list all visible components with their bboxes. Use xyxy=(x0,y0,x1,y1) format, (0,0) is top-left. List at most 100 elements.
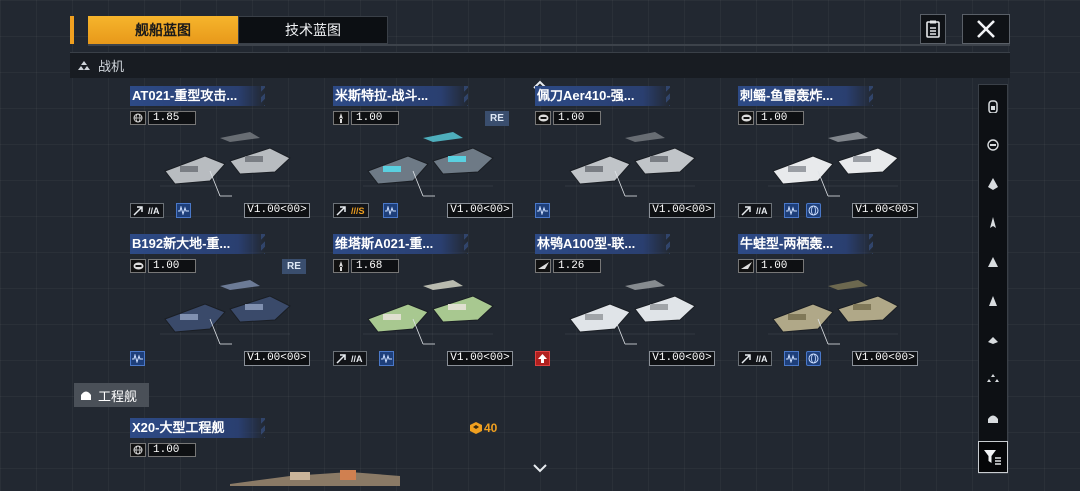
version-label: V1.00<00> xyxy=(244,203,310,218)
shield-icon xyxy=(130,259,146,273)
tab-tech-blueprint[interactable]: 技术蓝图 xyxy=(238,16,388,44)
shield-icon xyxy=(535,111,551,125)
card-footer: //A V1.00<00> xyxy=(738,203,918,219)
signal-wave-icon xyxy=(535,203,550,218)
close-button[interactable] xyxy=(962,14,1010,44)
card-title: X20-大型工程舰 xyxy=(130,418,265,438)
scroll-down-icon[interactable] xyxy=(532,463,548,473)
signal-wave-icon xyxy=(176,203,191,218)
stat-row: 1.00 xyxy=(130,259,196,273)
document-button[interactable] xyxy=(920,14,946,44)
ship-image xyxy=(768,132,899,197)
card-title: 佩刀Aer410-强... xyxy=(535,86,670,106)
ship-class-5-icon xyxy=(988,257,998,267)
top-divider xyxy=(88,44,1010,46)
signal-wave-icon xyxy=(784,351,799,366)
ship-class-8-icon xyxy=(987,374,999,382)
trait-grade: ///S xyxy=(333,203,369,218)
trait-grade: //A xyxy=(738,351,772,366)
card-title: AT021-重型攻击... xyxy=(130,86,265,106)
grade-text: //A xyxy=(756,353,768,364)
stat-value: 1.00 xyxy=(756,259,804,273)
card-footer: //A V1.00<00> xyxy=(130,203,310,219)
trait-grade: //A xyxy=(130,203,164,218)
card-footer: //A V1.00<00> xyxy=(738,351,918,367)
ship-image xyxy=(768,280,899,345)
section-header-engineering[interactable]: 工程舰 xyxy=(74,383,150,407)
stat-value: 1.26 xyxy=(553,259,601,273)
resource-icon xyxy=(470,422,482,434)
document-icon xyxy=(926,20,940,38)
card-footer: V1.00<00> xyxy=(130,351,310,367)
sidebar-item[interactable] xyxy=(979,325,1007,355)
sidebar-item[interactable] xyxy=(979,364,1007,394)
card-title: 林鸮A100型-联... xyxy=(535,234,670,254)
top-bar: 舰船蓝图 技术蓝图 xyxy=(70,14,1010,46)
sidebar-item[interactable] xyxy=(979,286,1007,316)
card-footer: V1.00<00> xyxy=(535,203,715,219)
stat-value: 1.00 xyxy=(148,259,196,273)
blueprint-card[interactable]: 米斯特拉-战斗... 1.00 RE ///S V1.00<00> xyxy=(333,86,513,226)
blueprint-card[interactable]: AT021-重型攻击... 1.85 //A V1.00<00> xyxy=(130,86,310,226)
section-title: 工程舰 xyxy=(98,388,138,404)
ship-image xyxy=(565,280,696,345)
blueprint-card[interactable]: 佩刀Aer410-强... 1.00 V1.00<00> xyxy=(535,86,715,226)
grade-text: //A xyxy=(756,205,768,216)
ship-image xyxy=(565,132,696,197)
orbit-icon xyxy=(806,351,821,366)
tab-ship-blueprint[interactable]: 舰船蓝图 xyxy=(88,16,238,44)
stat-value: 1.68 xyxy=(351,259,399,273)
sidebar-item[interactable] xyxy=(979,247,1007,277)
stat-row: 1.00 xyxy=(130,443,196,457)
sidebar-item[interactable] xyxy=(979,130,1007,160)
section-header-fighter[interactable]: 战机 xyxy=(70,52,1010,78)
blueprint-card[interactable]: 林鸮A100型-联... 1.26 V1.00<00> xyxy=(535,234,715,374)
grade-text: //A xyxy=(148,205,160,216)
arrow-icon xyxy=(739,204,753,217)
stat-row: 1.00 xyxy=(333,111,399,125)
version-label: V1.00<00> xyxy=(852,351,918,366)
stat-value: 1.00 xyxy=(756,111,804,125)
cost-badge: 40 xyxy=(470,421,497,435)
grade-text: ///S xyxy=(351,205,365,216)
ship-image xyxy=(160,280,291,345)
sidebar-item[interactable] xyxy=(979,403,1007,433)
globe-icon xyxy=(130,111,146,125)
blueprint-card[interactable]: 刺鳐-鱼雷轰炸... 1.00 //A V1.00<00> xyxy=(738,86,918,226)
blueprint-card-engineering[interactable]: X20-大型工程舰 1.00 xyxy=(130,418,400,488)
grade-text: //A xyxy=(351,353,363,364)
rocket-icon xyxy=(333,111,349,125)
stat-row: 1.68 xyxy=(333,259,399,273)
card-footer: V1.00<00> xyxy=(535,351,715,367)
ship-class-6-icon xyxy=(989,296,997,306)
cost-value: 40 xyxy=(484,421,498,435)
version-label: V1.00<00> xyxy=(447,203,513,218)
ship-class-1-icon xyxy=(988,100,998,113)
arrow-icon xyxy=(739,352,753,365)
card-title: 维塔斯A021-重... xyxy=(333,234,468,254)
stat-value: 1.85 xyxy=(148,111,196,125)
blueprint-card[interactable]: 维塔斯A021-重... 1.68 //A V1.00<00> xyxy=(333,234,513,374)
blueprint-card[interactable]: 牛蛙型-两栖轰... 1.00 //A V1.00<00> xyxy=(738,234,918,374)
signal-wave-icon xyxy=(383,203,398,218)
stat-value: 1.00 xyxy=(351,111,399,125)
sidebar-item[interactable] xyxy=(979,91,1007,121)
section-title: 战机 xyxy=(98,59,125,74)
ship-class-sidebar xyxy=(978,84,1008,474)
sidebar-item[interactable] xyxy=(979,169,1007,199)
ship-class-7-icon xyxy=(988,337,998,344)
blueprint-card[interactable]: B192新大地-重... 1.00 RE V1.00<00> xyxy=(130,234,310,374)
orbit-icon xyxy=(806,203,821,218)
trait-grade: //A xyxy=(333,351,367,366)
stat-row: 1.00 xyxy=(738,111,804,125)
filter-button[interactable] xyxy=(978,441,1008,473)
arrow-icon xyxy=(334,352,348,365)
version-label: V1.00<00> xyxy=(244,351,310,366)
arrow-icon xyxy=(131,204,145,217)
shield-icon xyxy=(738,111,754,125)
stat-row: 1.26 xyxy=(535,259,601,273)
sidebar-item[interactable] xyxy=(979,208,1007,238)
trait-grade: //A xyxy=(738,203,772,218)
card-footer: ///S V1.00<00> xyxy=(333,203,513,219)
card-title: 刺鳐-鱼雷轰炸... xyxy=(738,86,873,106)
